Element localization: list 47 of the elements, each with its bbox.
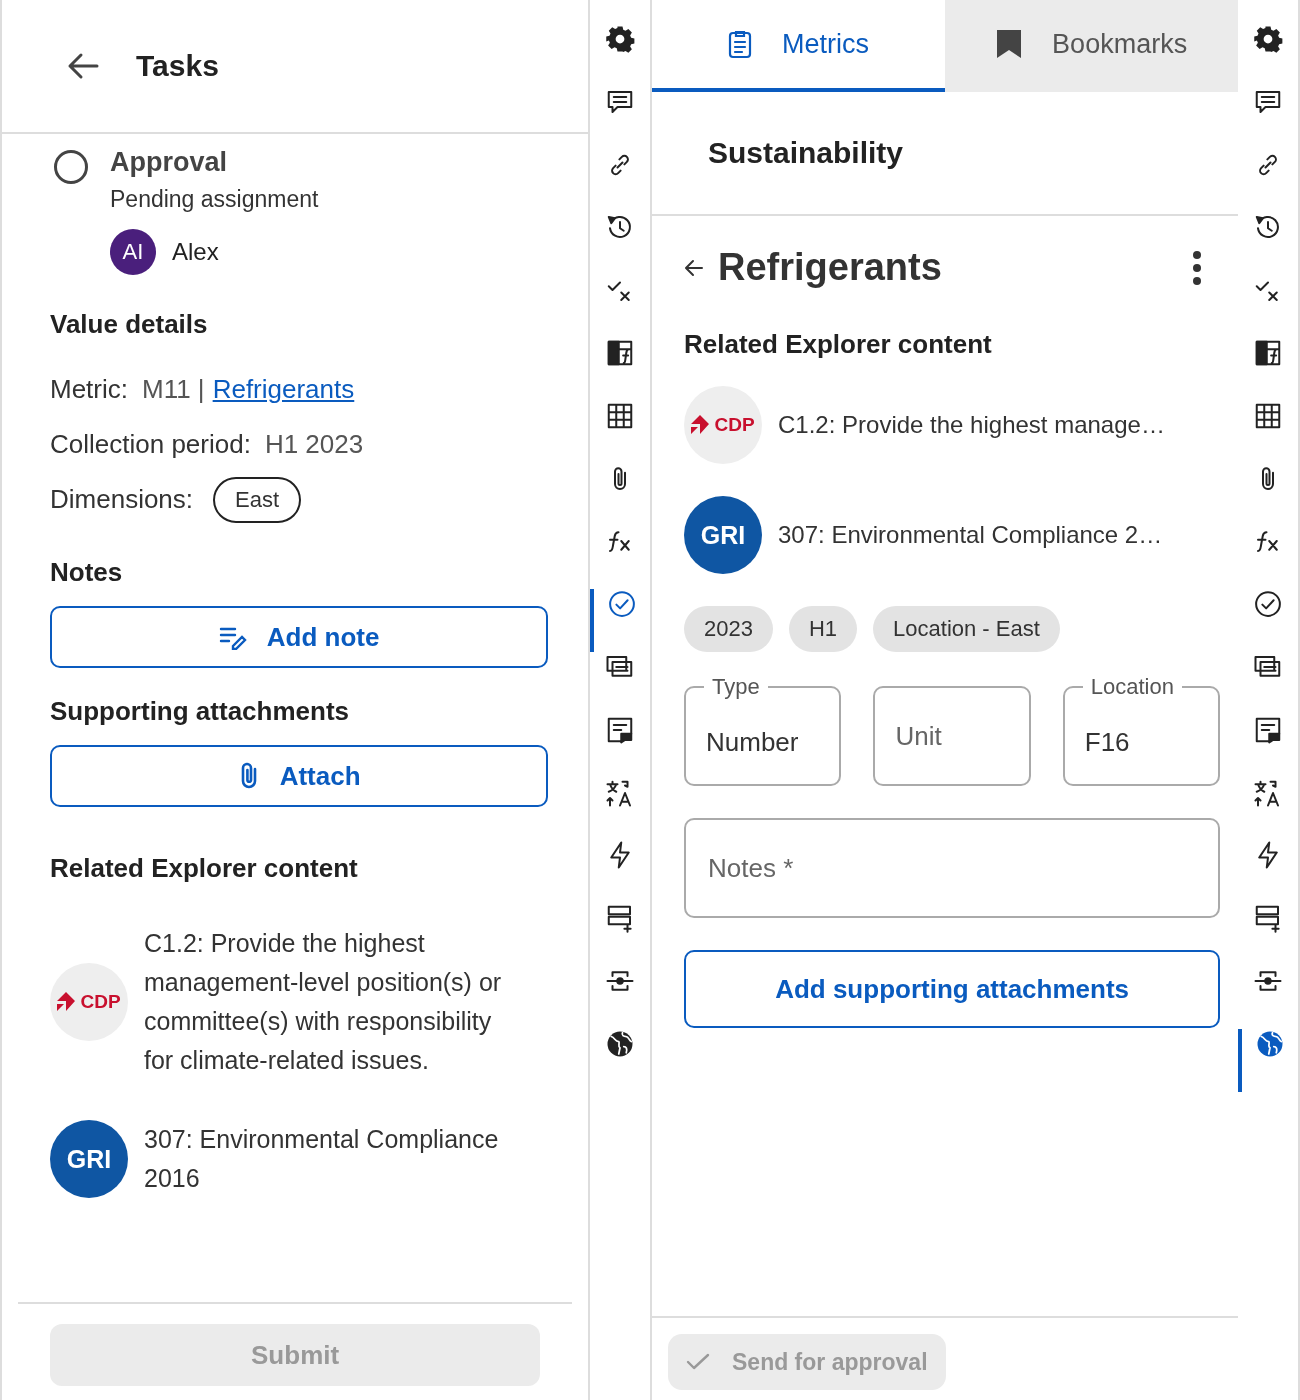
section-heading: Value details <box>50 309 209 340</box>
section-heading: Related Explorer content <box>50 853 359 884</box>
attach-button[interactable]: Attach <box>50 745 549 807</box>
tag-chip: Location - East <box>873 606 1060 652</box>
related-content-link[interactable]: C1.2: Provide the highest management-level position(s) or committee(s) with responsibility for climate-related issues. <box>144 924 516 1080</box>
assignee-name: Alex <box>172 238 219 266</box>
gri-logo: GRI <box>684 496 762 574</box>
section-title: Sustainability <box>652 92 1239 216</box>
related-content-link[interactable]: C1.2: Provide the highest manage… <box>778 411 1165 439</box>
metric-link[interactable]: Refrigerants <box>212 374 355 405</box>
detail-label: Metric: <box>50 374 128 405</box>
field-input[interactable]: Number <box>706 726 820 758</box>
field-input[interactable]: F16 <box>1084 726 1199 758</box>
tab[interactable]: Bookmarks <box>945 0 1239 92</box>
detail-value: H1 2023 <box>264 429 364 460</box>
section-heading: Supporting attachments <box>50 696 350 727</box>
section-heading: Related Explorer content <box>684 329 993 360</box>
text-field[interactable]: Unit <box>873 686 1031 786</box>
detail-label: Dimensions: <box>50 484 194 515</box>
more-options-icon[interactable] <box>1192 250 1203 285</box>
panel-title: Tasks <box>136 49 219 83</box>
tag-chip: H1 <box>788 606 858 652</box>
detail-label: Collection period: <box>50 429 251 460</box>
tag-chip: 2023 <box>684 606 773 652</box>
related-content-link[interactable]: 307: Environmental Compliance 2… <box>778 521 1163 549</box>
section-heading: Notes <box>50 557 124 588</box>
metric-title: Refrigerants <box>718 246 943 289</box>
notes-input[interactable]: Notes * <box>708 852 1197 884</box>
task-title: Approval <box>110 146 229 179</box>
cdp-logo: CDP <box>50 963 128 1041</box>
checkmark-icon <box>686 1352 712 1372</box>
back-arrow-icon[interactable] <box>66 51 100 81</box>
add-attachments-button[interactable]: Add supporting attachments <box>684 950 1221 1028</box>
cdp-logo: CDP <box>684 386 762 464</box>
avatar: AI <box>110 229 156 275</box>
clipboard-icon <box>728 29 753 59</box>
related-content-link[interactable]: 307: Environmental Compliance 2016 <box>144 1120 516 1198</box>
field-input[interactable]: Unit <box>895 720 1009 752</box>
dimension-chip: East <box>213 476 302 523</box>
back-arrow-icon[interactable] <box>684 258 704 277</box>
add-note-button[interactable]: Add note <box>50 606 549 668</box>
task-status: Pending assignment <box>110 186 319 213</box>
detail-value: M11 | <box>142 374 205 405</box>
bookmark-icon <box>996 29 1023 59</box>
notes-field[interactable]: Notes * <box>684 818 1221 918</box>
gri-logo: GRI <box>50 1120 128 1198</box>
task-status-circle[interactable] <box>54 150 88 184</box>
